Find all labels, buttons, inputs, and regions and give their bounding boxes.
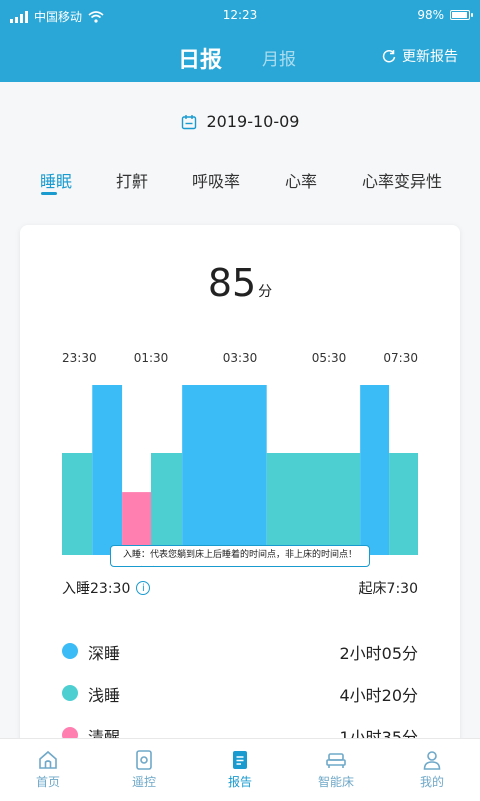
refresh-label: 更新报告 [402,49,458,65]
tab-hrv[interactable]: 心率变异性 [362,168,442,192]
tab-sleep[interactable]: 睡眠 [40,168,72,192]
sleep-onset-tooltip: 入睡：代表您躺到床上后睡着的时间点，非上床的时间点！ [110,545,370,567]
nav-report[interactable]: 报告 [192,739,288,801]
nav-label: 遥控 [131,775,156,789]
nav-label: 报告 [227,775,252,789]
user-icon [423,751,441,770]
battery-icon [450,10,473,20]
stage-bar-deep [360,385,390,555]
tab-respiration-rate[interactable]: 呼吸率 [192,168,240,192]
stage-bar-light [266,453,361,555]
legend-light-sleep: 浅睡 4小时20分 [62,677,418,719]
sleep-report-card: 85 分 23:30 01:30 03:30 05:30 07:30 入睡：代表您躺到床上… [20,225,460,765]
legend-deep-sleep: 深睡 2小时05分 [62,635,418,677]
nav-home[interactable]: 首页 [0,739,96,801]
wake-time: 起床7:30 [358,581,418,597]
tab-monthly-report[interactable]: 月报 [262,45,296,70]
date-picker[interactable]: 2019-10-09 [0,112,480,131]
home-icon [39,750,57,769]
legend-name: 深睡 [88,644,121,663]
nav-label: 智能床 [317,775,354,789]
stage-bar-light [62,453,93,555]
stage-bar-light [389,453,418,555]
metric-tabs: 睡眠 打鼾 呼吸率 心率 心率变异性 [0,160,480,200]
legend-dot [62,643,78,659]
info-icon[interactable]: i [136,581,151,595]
legend-name: 浅睡 [88,686,121,705]
stage-bar-deep [182,385,267,555]
active-tab-indicator [41,192,57,195]
calendar-icon [181,114,196,129]
tab-heart-rate[interactable]: 心率 [285,168,317,192]
refresh-report-button[interactable]: 更新报告 [382,46,458,66]
time-tick-label: 23:30 [62,351,97,365]
nav-label: 我的 [419,775,444,789]
time-tick-label: 03:30 [223,351,258,365]
stage-bar-light [151,453,183,555]
report-icon [233,751,247,769]
nav-remote[interactable]: 遥控 [96,739,192,801]
legend-value: 2小时05分 [339,644,418,663]
sleep-stage-chart: 23:30 01:30 03:30 05:30 07:30 [62,351,418,555]
signal-icon [10,10,28,23]
stage-bar-deep [92,385,123,555]
status-bar: 中国移动 12:23 98% [0,0,480,32]
time-tick-label: 01:30 [134,351,169,365]
time-tick-label: 05:30 [312,351,347,365]
nav-profile[interactable]: 我的 [384,739,480,801]
tab-daily-report[interactable]: 日报 [178,42,222,74]
time-tick-label: 07:30 [383,351,418,365]
bottom-navigation: 首页 遥控 报告 智能床 我的 [0,738,480,801]
nav-label: 首页 [35,775,60,789]
wifi-icon [88,10,104,23]
bed-icon [326,753,346,768]
tab-snoring[interactable]: 打鼾 [116,168,148,192]
app-header: 日报 月报 更新报告 [0,32,480,82]
legend-dot [62,685,78,701]
nav-smart-bed[interactable]: 智能床 [288,739,384,801]
carrier-name: 中国移动 [34,10,83,24]
legend-value: 4小时20分 [339,686,418,705]
report-date: 2019-10-09 [206,112,300,131]
sleep-start-time: 入睡23:30 [62,581,131,597]
remote-icon [136,750,152,770]
refresh-icon [382,50,396,63]
battery-percent: 98% [417,8,444,22]
